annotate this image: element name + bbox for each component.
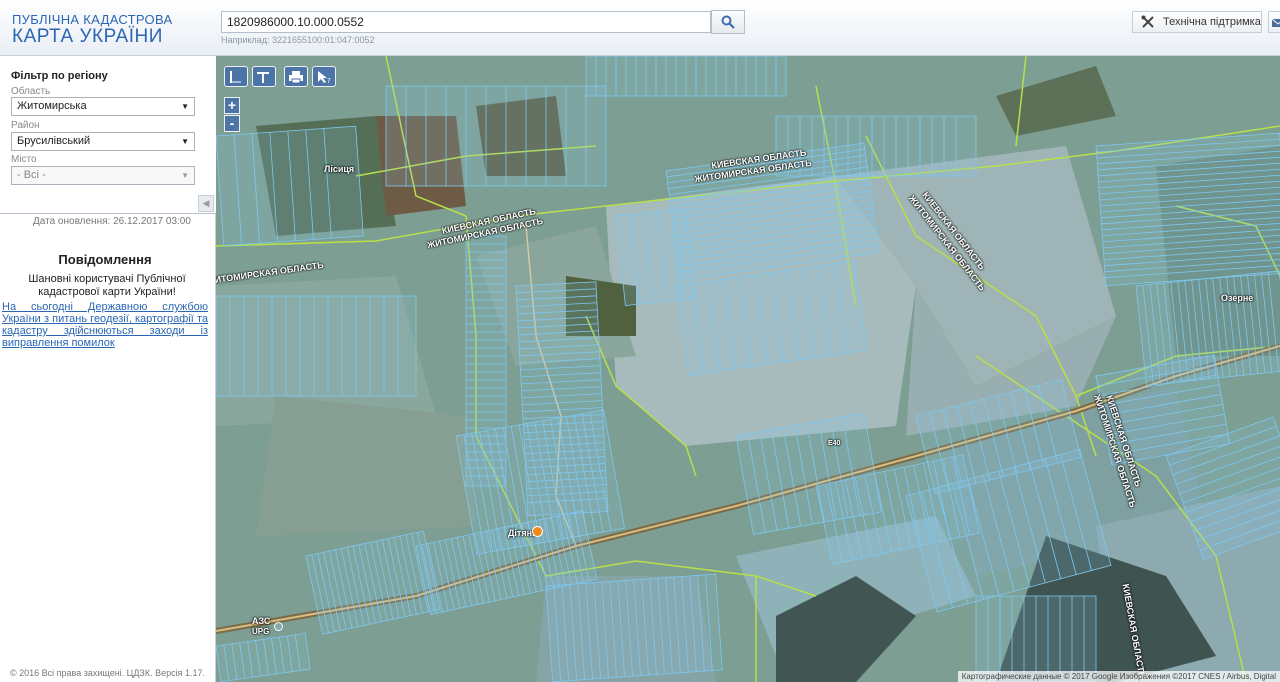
identify-icon: ? xyxy=(318,70,331,84)
logo-line2: КАРТА УКРАЇНИ xyxy=(12,26,163,47)
support-label: Технічна підтримка xyxy=(1163,16,1261,28)
rayon-label: Район xyxy=(11,120,40,131)
filter-collapse-strip: ◀ xyxy=(0,194,216,214)
chevron-down-icon: ▼ xyxy=(181,171,189,180)
site-logo[interactable]: ПУБЛІЧНА КАДАСТРОВА КАРТА УКРАЇНИ xyxy=(12,12,172,46)
rayon-value: Брусилівський xyxy=(17,135,91,147)
notice-greeting: Шановні користувачі Публічної кадастрово… xyxy=(28,273,186,298)
map-label-ozerne: Озерне xyxy=(1221,293,1254,303)
chevron-down-icon: ▼ xyxy=(181,102,189,111)
tools-icon xyxy=(1141,15,1154,28)
map-label-lisytsia: Лісиця xyxy=(324,164,355,174)
map-label-azs: АЗС xyxy=(252,616,271,626)
zoom-in-button[interactable]: + xyxy=(224,97,240,114)
map-attribution: Картографические данные © 2017 Google Из… xyxy=(957,671,1280,682)
search-icon xyxy=(721,15,735,29)
technical-support-button[interactable]: Технічна підтримка xyxy=(1132,11,1262,33)
measure-area-button[interactable] xyxy=(252,66,276,87)
search-hint: Наприклад: 3221655100:01:047:0052 xyxy=(221,35,375,45)
misto-select[interactable]: - Всі - ▼ xyxy=(11,166,195,185)
region-filter-panel: Фільтр по регіону Область Житомирська ▼ … xyxy=(0,56,216,214)
mail-button[interactable] xyxy=(1268,11,1280,33)
chevron-down-icon: ▼ xyxy=(181,137,189,146)
mail-icon xyxy=(1271,18,1280,27)
measure-distance-button[interactable] xyxy=(224,66,248,87)
collapse-panel-button[interactable]: ◀ xyxy=(198,195,214,212)
misto-label: Місто xyxy=(11,154,37,165)
map-label-upg: UPG xyxy=(252,627,270,636)
filter-title: Фільтр по регіону xyxy=(11,70,108,82)
cadastral-search-input[interactable] xyxy=(221,11,711,33)
copyright: © 2016 Всі права захищені. ЦДЗК. Версія … xyxy=(10,668,206,678)
area-ruler-icon xyxy=(257,71,269,83)
header: ПУБЛІЧНА КАДАСТРОВА КАРТА УКРАЇНИ Наприк… xyxy=(0,0,1280,56)
sidebar: Фільтр по регіону Область Житомирська ▼ … xyxy=(0,56,216,682)
misto-value: - Всі - xyxy=(17,169,46,181)
logo-line1: ПУБЛІЧНА КАДАСТРОВА xyxy=(12,12,173,27)
map-label-e40: E40 xyxy=(828,440,841,447)
print-icon xyxy=(289,70,303,83)
gas-station-marker-icon[interactable] xyxy=(274,622,283,631)
zoom-out-button[interactable]: - xyxy=(224,115,240,132)
fuel-station-marker-icon[interactable] xyxy=(532,526,543,537)
oblast-label: Область xyxy=(11,86,51,97)
rayon-select[interactable]: Брусилівський ▼ xyxy=(11,132,195,151)
notice-link[interactable]: На сьогодні Державною службою України з … xyxy=(2,301,208,349)
map-view[interactable]: КИЕВСКАЯ ОБЛАСТЬ ЖИТОМИРСКАЯ ОБЛАСТЬ КИЕ… xyxy=(216,56,1280,682)
svg-text:?: ? xyxy=(327,77,331,84)
notice-title: Повідомлення xyxy=(58,252,152,267)
identify-button[interactable]: ? xyxy=(312,66,336,87)
oblast-value: Житомирська xyxy=(17,100,87,112)
oblast-select[interactable]: Житомирська ▼ xyxy=(11,97,195,116)
search-button[interactable] xyxy=(711,10,745,34)
ruler-icon xyxy=(230,70,241,83)
print-button[interactable] xyxy=(284,66,308,87)
update-date: Дата оновлення: 26.12.2017 03:00 xyxy=(33,216,191,227)
